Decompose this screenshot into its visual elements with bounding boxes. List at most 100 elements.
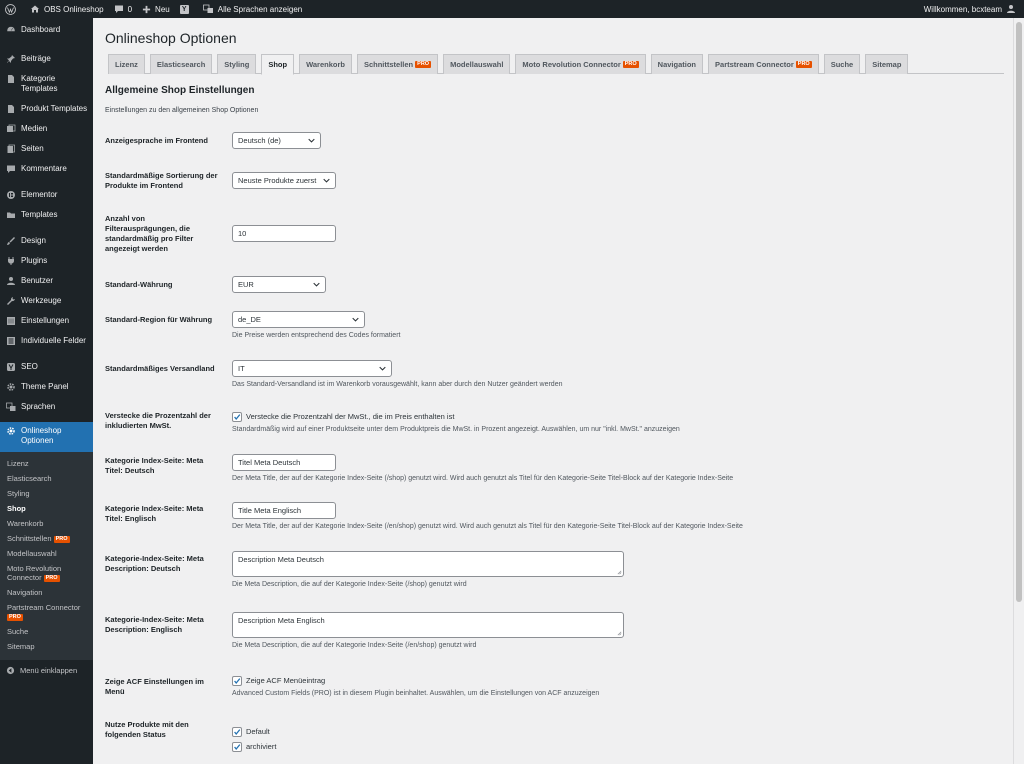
- account-menu[interactable]: Willkommen, bcxteam: [919, 0, 1024, 18]
- submenu-modellauswahl[interactable]: Modellauswahl: [0, 546, 93, 561]
- submenu-elasticsearch[interactable]: Elasticsearch: [0, 471, 93, 486]
- pro-badge: PRO: [415, 61, 432, 68]
- resize-grip-icon[interactable]: [617, 631, 622, 636]
- field-label: Standardmäßiges Versandland: [105, 364, 215, 373]
- submenu-moto-revolution-connector[interactable]: Moto Revolution Connector PRO: [0, 561, 93, 585]
- meta-title-de-input[interactable]: Titel Meta Deutsch: [232, 454, 336, 471]
- meta-desc-de-textarea[interactable]: Description Meta Deutsch: [232, 551, 624, 577]
- translate-icon: [6, 402, 16, 411]
- hide-vat-checkbox-row[interactable]: Verstecke die Prozentzahl der MwSt., die…: [232, 411, 680, 422]
- submenu-lizenz[interactable]: Lizenz: [0, 456, 93, 471]
- wordpress-logo-icon[interactable]: [0, 0, 25, 18]
- menu-templates[interactable]: Templates: [0, 210, 93, 230]
- menu-theme-panel[interactable]: Theme Panel: [0, 382, 93, 402]
- tab-schnittstellen[interactable]: Schnittstellen PRO: [356, 54, 439, 74]
- status-default-row[interactable]: Default: [232, 726, 276, 737]
- region-select[interactable]: de_DE: [232, 311, 365, 328]
- checkmark-icon: [234, 413, 241, 420]
- menu-medien[interactable]: Medien: [0, 124, 93, 144]
- chevron-down-icon: [352, 317, 359, 322]
- yoast-icon: [7, 363, 15, 371]
- status-archiviert-row[interactable]: archiviert: [232, 741, 276, 752]
- submenu-suche[interactable]: Suche: [0, 624, 93, 639]
- menu-design[interactable]: Design: [0, 236, 93, 256]
- field-label: Anzahl von Filterausprägungen, die stand…: [105, 214, 194, 253]
- tab-warenkorb[interactable]: Warenkorb: [299, 54, 352, 74]
- scrollbar-thumb[interactable]: [1016, 22, 1022, 602]
- field-label: Nutze Produkte mit den folgenden Status: [105, 720, 189, 739]
- tab-suche[interactable]: Suche: [823, 54, 861, 74]
- pro-badge: PRO: [7, 613, 23, 621]
- menu-beitraege[interactable]: Beiträge: [0, 54, 93, 74]
- submenu-schnittstellen[interactable]: Schnittstellen PRO: [0, 531, 93, 546]
- tab-styling[interactable]: Styling: [217, 54, 257, 74]
- plugin-icon: [8, 257, 14, 265]
- pro-badge: PRO: [43, 574, 60, 582]
- menu-seiten[interactable]: Seiten: [0, 144, 93, 164]
- pin-icon: [7, 55, 15, 63]
- home-icon: [31, 5, 39, 13]
- gear-icon: [7, 383, 15, 391]
- gear-icon: [7, 427, 15, 435]
- tab-shop[interactable]: Shop: [261, 54, 295, 75]
- currency-select[interactable]: EUR: [232, 276, 326, 293]
- frontend-language-select[interactable]: Deutsch (de): [232, 132, 321, 149]
- wrench-icon: [7, 297, 15, 305]
- submenu-navigation[interactable]: Navigation: [0, 585, 93, 600]
- menu-elementor[interactable]: Elementor: [0, 190, 93, 210]
- sorting-select[interactable]: Neuste Produkte zuerst: [232, 172, 336, 189]
- collapse-arrow-icon: [6, 666, 15, 675]
- menu-kommentare[interactable]: Kommentare: [0, 164, 93, 184]
- filter-count-input[interactable]: 10: [232, 225, 336, 242]
- tab-elasticsearch[interactable]: Elasticsearch: [149, 54, 213, 74]
- tab-sitemap[interactable]: Sitemap: [865, 54, 909, 74]
- fields-icon: [7, 337, 15, 345]
- site-name-link[interactable]: OBS Onlineshop: [25, 0, 109, 18]
- submenu-sitemap[interactable]: Sitemap: [0, 639, 93, 654]
- status-archiviert-checkbox[interactable]: [232, 741, 242, 752]
- meta-desc-en-textarea[interactable]: Description Meta Englisch: [232, 612, 624, 638]
- shipping-country-select[interactable]: IT: [232, 360, 392, 377]
- comment-icon: [114, 5, 123, 13]
- new-content-link[interactable]: Neu: [137, 0, 175, 18]
- menu-produkt-templates[interactable]: Produkt Templates: [0, 104, 93, 124]
- field-description: Advanced Custom Fields (PRO) ist in dies…: [232, 690, 600, 697]
- menu-sprachen[interactable]: Sprachen: [0, 402, 93, 422]
- media-icon: [7, 124, 16, 132]
- menu-kategorie-templates[interactable]: Kategorie Templates: [0, 74, 93, 104]
- page-scrollbar[interactable]: [1013, 18, 1024, 764]
- menu-seo[interactable]: SEO: [0, 362, 93, 382]
- menu-einstellungen[interactable]: Einstellungen: [0, 316, 93, 336]
- yoast-icon: Y: [179, 4, 189, 14]
- menu-werkzeuge[interactable]: Werkzeuge: [0, 296, 93, 316]
- tab-moto-revolution-connector[interactable]: Moto Revolution Connector PRO: [515, 54, 646, 74]
- tab-modellauswahl[interactable]: Modellauswahl: [443, 54, 511, 74]
- translate-icon: [202, 4, 213, 13]
- menu-dashboard[interactable]: Dashboard: [0, 25, 93, 45]
- menu-onlineshop-optionen[interactable]: Onlineshop Optionen: [0, 422, 93, 452]
- collapse-menu-button[interactable]: Menü einklappen: [0, 660, 93, 681]
- submenu-shop[interactable]: Shop: [0, 501, 93, 516]
- tab-partstream-connector[interactable]: Partstream Connector PRO: [708, 54, 819, 74]
- acf-checkbox[interactable]: [232, 675, 242, 686]
- submenu-styling[interactable]: Styling: [0, 486, 93, 501]
- folder-icon: [7, 212, 15, 218]
- acf-checkbox-row[interactable]: Zeige ACF Menüeintrag: [232, 675, 599, 686]
- yoast-seo-link[interactable]: Y: [175, 0, 198, 18]
- menu-plugins[interactable]: Plugins: [0, 256, 93, 276]
- resize-grip-icon[interactable]: [617, 570, 622, 575]
- onlineshop-submenu: Lizenz Elasticsearch Styling Shop Warenk…: [0, 452, 93, 660]
- tab-lizenz[interactable]: Lizenz: [108, 54, 145, 74]
- comments-link[interactable]: 0: [109, 0, 137, 18]
- menu-benutzer[interactable]: Benutzer: [0, 276, 93, 296]
- field-label: Anzeigesprache im Frontend: [105, 136, 208, 145]
- meta-title-en-input[interactable]: Title Meta Englisch: [232, 502, 336, 519]
- submenu-warenkorb[interactable]: Warenkorb: [0, 516, 93, 531]
- hide-vat-checkbox[interactable]: [232, 411, 242, 422]
- user-icon: [1007, 5, 1015, 13]
- status-default-checkbox[interactable]: [232, 726, 242, 737]
- submenu-partstream-connector[interactable]: Partstream Connector PRO: [0, 600, 93, 624]
- tab-navigation[interactable]: Navigation: [650, 54, 704, 74]
- menu-individuelle-felder[interactable]: Individuelle Felder: [0, 336, 93, 356]
- languages-link[interactable]: Alle Sprachen anzeigen: [198, 0, 308, 18]
